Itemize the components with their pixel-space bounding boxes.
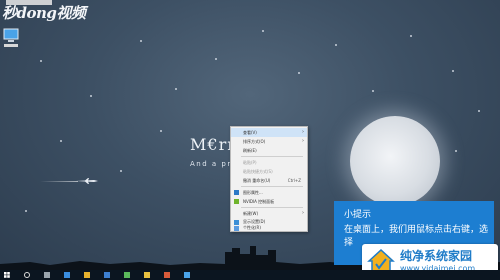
menu-item-view[interactable]: 查看(V) › — [231, 128, 307, 137]
menu-item-label: 撤消 重命名(U) — [243, 178, 271, 183]
app-icon-blue[interactable] — [184, 272, 190, 278]
submenu-arrow-icon: › — [302, 210, 304, 216]
star — [160, 130, 162, 132]
menu-item-sort-by[interactable]: 排序方式(O) › — [231, 137, 307, 146]
menu-item-shortcut: Ctrl+Z — [287, 178, 301, 183]
search-icon[interactable] — [24, 272, 30, 278]
star — [60, 140, 62, 142]
site-badge-title: 纯净系统家园 — [400, 249, 473, 263]
file-explorer-icon[interactable] — [84, 272, 90, 278]
star — [90, 95, 92, 97]
star — [410, 35, 412, 37]
airplane-icon — [76, 178, 98, 184]
star — [455, 150, 457, 152]
menu-item-new[interactable]: 新建(W) › — [231, 209, 307, 218]
star — [215, 58, 217, 60]
menu-item-label: 刷新(E) — [243, 148, 257, 153]
menu-item-label: NVIDIA 控制面板 — [243, 199, 275, 204]
menu-item-refresh[interactable]: 刷新(E) — [231, 146, 307, 155]
menu-item-label: 排序方式(O) — [243, 139, 266, 144]
menu-separator — [241, 156, 303, 157]
plane-contrail — [40, 181, 78, 182]
menu-item-label: 新建(W) — [243, 211, 259, 216]
edge-browser-icon[interactable] — [64, 272, 70, 278]
nvidia-icon — [234, 199, 239, 204]
this-pc-icon[interactable] — [2, 28, 20, 44]
menu-item-nvidia-control-panel[interactable]: NVIDIA 控制面板 — [231, 197, 307, 206]
menu-separator — [241, 207, 303, 208]
tip-title: 小提示 — [344, 210, 372, 220]
star — [140, 40, 142, 42]
menu-item-label: 图形属性... — [243, 190, 263, 195]
task-view-icon[interactable] — [44, 272, 50, 278]
menu-item-undo-rename[interactable]: 撤消 重命名(U) Ctrl+Z — [231, 176, 307, 185]
menu-item-graphics-properties[interactable]: 图形属性... — [231, 188, 307, 197]
desktop-context-menu: 查看(V) › 排序方式(O) › 刷新(E) 粘贴(P) 粘贴快捷方式(S) … — [230, 126, 308, 232]
star — [262, 30, 264, 32]
submenu-arrow-icon: › — [302, 138, 304, 144]
star — [478, 110, 480, 112]
star — [25, 210, 27, 212]
star — [372, 90, 374, 92]
star — [120, 170, 122, 172]
app-icon-yellow[interactable] — [144, 272, 150, 278]
star — [175, 88, 177, 90]
app-icon-red[interactable] — [164, 272, 170, 278]
taskbar — [0, 270, 500, 280]
graphics-icon — [234, 190, 239, 195]
star — [335, 44, 337, 46]
menu-item-paste-shortcut[interactable]: 粘贴快捷方式(S) — [231, 167, 307, 176]
windows-start-icon[interactable] — [4, 272, 10, 278]
store-icon[interactable] — [104, 272, 110, 278]
this-pc-label — [4, 44, 18, 47]
star — [452, 70, 454, 72]
personalize-icon — [234, 226, 239, 231]
menu-item-personalize[interactable]: 个性化(R) — [231, 225, 307, 231]
menu-separator — [241, 186, 303, 187]
submenu-arrow-icon: › — [302, 129, 304, 135]
app-icon-green[interactable] — [124, 272, 130, 278]
menu-item-label: 查看(V) — [243, 130, 257, 135]
star — [298, 72, 300, 74]
menu-item-label: 粘贴(P) — [243, 160, 257, 165]
menu-item-paste[interactable]: 粘贴(P) — [231, 158, 307, 167]
star — [40, 60, 42, 62]
menu-item-label: 粘贴快捷方式(S) — [243, 169, 273, 174]
moon-image — [350, 116, 440, 206]
video-watermark: 秒dong视频 — [2, 4, 86, 22]
menu-item-label: 个性化(R) — [243, 225, 261, 230]
